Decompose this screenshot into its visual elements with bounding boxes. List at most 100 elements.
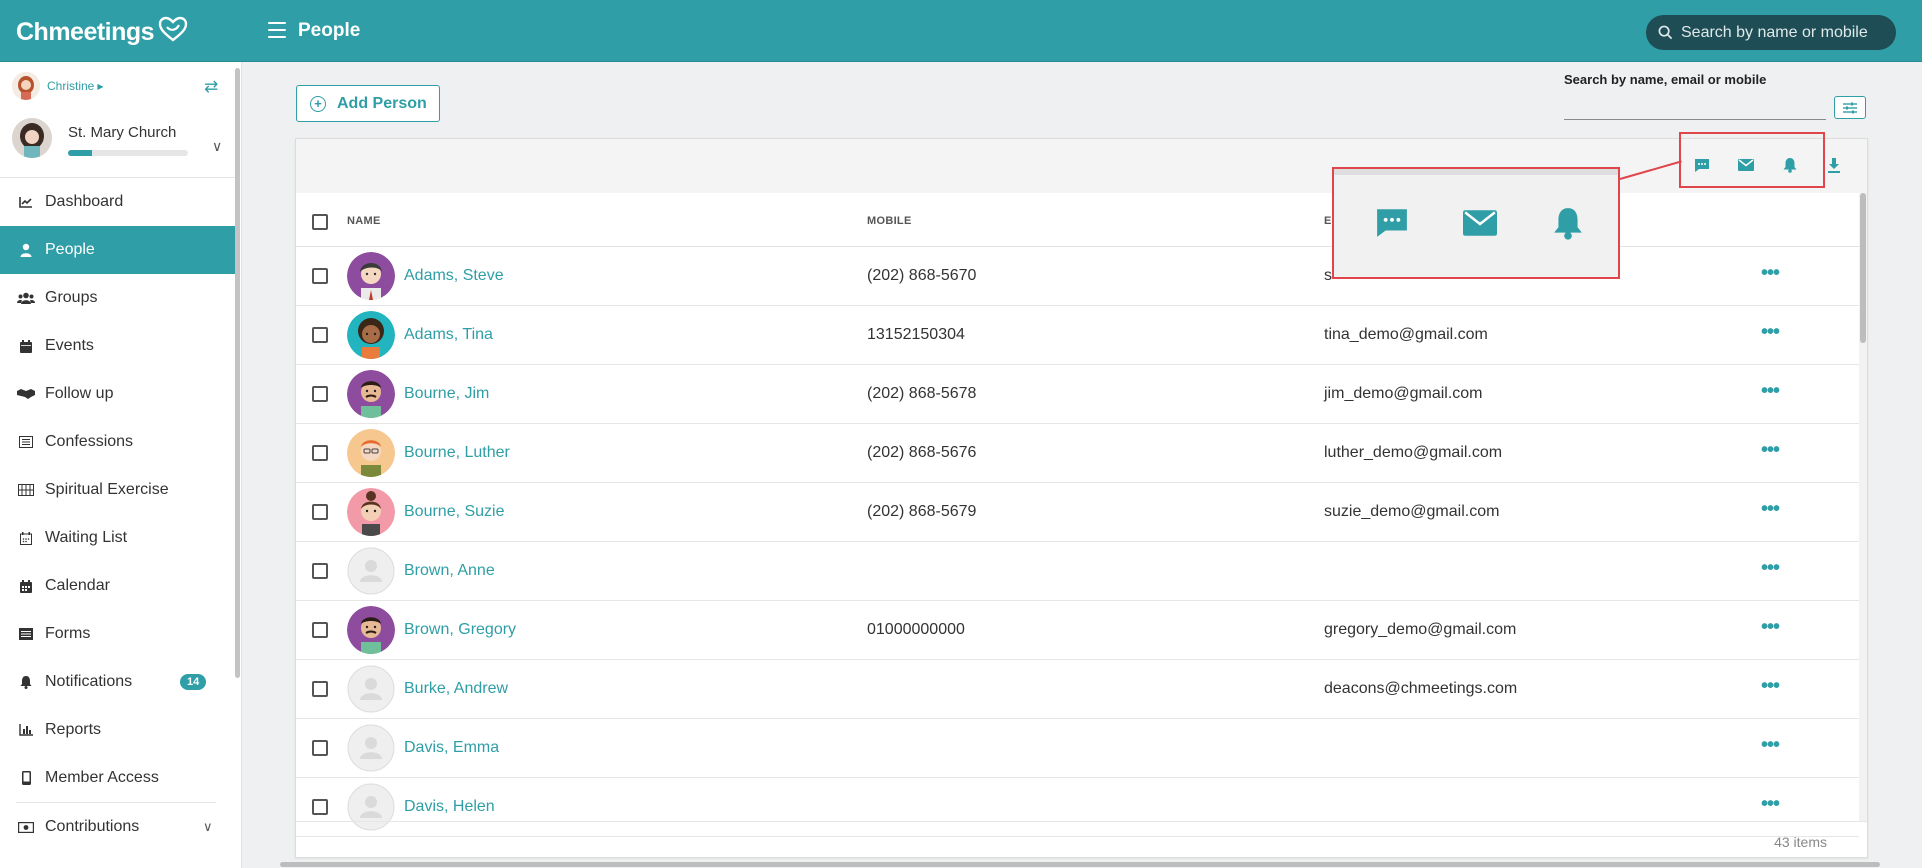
menu-toggle-icon[interactable] (268, 22, 286, 38)
more-actions-icon[interactable]: ••• (1758, 320, 1782, 344)
table-row: Brown, Anne ••• (296, 542, 1859, 601)
user-name: Christine (47, 79, 95, 93)
table-scrollbar[interactable] (1859, 193, 1867, 821)
filter-settings-button[interactable] (1834, 96, 1866, 119)
switch-church-icon[interactable]: ⇄ (204, 77, 218, 97)
list-icon (16, 628, 36, 640)
add-person-button[interactable]: + Add Person (296, 85, 440, 122)
more-actions-icon[interactable]: ••• (1758, 674, 1782, 698)
top-bar: Chmeetings People (0, 0, 1922, 62)
person-name-link[interactable]: Bourne, Suzie (404, 503, 505, 521)
chevron-down-icon[interactable]: ∨ (212, 138, 222, 155)
sidebar-item-label: Notifications (45, 673, 133, 690)
sidebar-item-groups[interactable]: Groups (0, 274, 235, 322)
more-actions-icon[interactable]: ••• (1758, 615, 1782, 639)
sidebar-scrollbar[interactable] (235, 68, 240, 678)
global-search-input[interactable] (1681, 23, 1891, 42)
sidebar-item-dashboard[interactable]: Dashboard (0, 178, 235, 226)
row-checkbox[interactable] (312, 445, 328, 461)
person-email: s (1324, 267, 1332, 284)
app-logo[interactable]: Chmeetings (16, 16, 188, 47)
table-row: Bourne, Luther (202) 868-5676 luther_dem… (296, 424, 1859, 483)
select-all-checkbox[interactable] (312, 214, 328, 230)
column-header-mobile[interactable]: MOBILE (867, 215, 912, 227)
row-checkbox[interactable] (312, 327, 328, 343)
sidebar-item-label: Follow up (45, 385, 114, 402)
handshake-icon (16, 388, 36, 400)
person-mobile: 01000000000 (867, 621, 965, 638)
table-row: Adams, Tina 13152150304 tina_demo@gmail.… (296, 306, 1859, 365)
more-actions-icon[interactable]: ••• (1758, 261, 1782, 285)
row-checkbox[interactable] (312, 563, 328, 579)
bar-chart-icon (16, 724, 36, 736)
person-name-link[interactable]: Burke, Andrew (404, 680, 508, 698)
calendar-icon (16, 579, 36, 593)
more-actions-icon[interactable]: ••• (1758, 556, 1782, 580)
more-actions-icon[interactable]: ••• (1758, 792, 1782, 816)
download-icon[interactable] (1822, 153, 1846, 177)
person-mobile: (202) 868-5679 (867, 503, 977, 520)
sidebar-item-waiting-list[interactable]: Waiting List (0, 514, 235, 562)
global-search[interactable] (1646, 15, 1896, 50)
row-checkbox[interactable] (312, 799, 328, 815)
avatar (347, 311, 395, 359)
column-header-email[interactable]: E (1324, 215, 1332, 227)
church-name: St. Mary Church (68, 124, 177, 141)
person-mobile: (202) 868-5678 (867, 385, 977, 402)
sidebar-item-people[interactable]: People (0, 226, 235, 274)
church-selector[interactable]: St. Mary Church ∨ (12, 118, 232, 168)
people-table-card: NAME MOBILE E Adams, Steve (202) 868-567… (295, 138, 1868, 858)
sidebar-item-confessions[interactable]: Confessions (0, 418, 235, 466)
sidebar-item-label: Member Access (45, 769, 159, 786)
chevron-down-icon[interactable]: ∨ (203, 819, 213, 835)
sidebar-item-label: Contributions (45, 818, 140, 835)
sidebar-item-notifications[interactable]: Notifications 14 (0, 658, 235, 706)
row-checkbox[interactable] (312, 740, 328, 756)
sidebar-item-events[interactable]: Events (0, 322, 235, 370)
table-row: Adams, Steve (202) 868-5670 s ••• (296, 247, 1859, 306)
more-actions-icon[interactable]: ••• (1758, 438, 1782, 462)
sidebar-item-label: Reports (45, 721, 102, 738)
sidebar-item-spiritual-exercise[interactable]: Spiritual Exercise (0, 466, 235, 514)
more-actions-icon[interactable]: ••• (1758, 733, 1782, 757)
user-menu[interactable]: Christine ▶ (12, 71, 227, 101)
row-checkbox[interactable] (312, 622, 328, 638)
items-count: 43 items (1774, 834, 1827, 850)
caret-right-icon: ▶ (97, 81, 104, 91)
person-mobile: (202) 868-5676 (867, 444, 977, 461)
row-checkbox[interactable] (312, 386, 328, 402)
avatar (347, 488, 395, 536)
person-name-link[interactable]: Brown, Anne (404, 562, 495, 580)
person-mobile: 13152150304 (867, 326, 965, 343)
sidebar-nav: Dashboard People Groups Events Follow up… (0, 178, 235, 851)
row-checkbox[interactable] (312, 504, 328, 520)
person-mobile: (202) 868-5670 (867, 267, 977, 284)
sidebar-item-forms[interactable]: Forms (0, 610, 235, 658)
sidebar-item-reports[interactable]: Reports (0, 706, 235, 754)
person-name-link[interactable]: Bourne, Luther (404, 444, 510, 462)
horizontal-scrollbar[interactable] (280, 862, 1880, 867)
avatar (347, 370, 395, 418)
sidebar-item-calendar[interactable]: Calendar (0, 562, 235, 610)
person-name-link[interactable]: Bourne, Jim (404, 385, 489, 403)
users-icon (16, 292, 36, 304)
person-name-link[interactable]: Adams, Steve (404, 267, 504, 285)
sidebar-item-follow-up[interactable]: Follow up (0, 370, 235, 418)
row-checkbox[interactable] (312, 268, 328, 284)
sidebar-item-contributions[interactable]: Contributions ∨ (0, 803, 235, 851)
person-name-link[interactable]: Brown, Gregory (404, 621, 516, 639)
person-name-link[interactable]: Adams, Tina (404, 326, 493, 344)
more-actions-icon[interactable]: ••• (1758, 497, 1782, 521)
more-actions-icon[interactable]: ••• (1758, 379, 1782, 403)
person-name-link[interactable]: Davis, Emma (404, 739, 499, 757)
list-icon (16, 436, 36, 448)
avatar (347, 429, 395, 477)
row-checkbox[interactable] (312, 681, 328, 697)
bell-icon (16, 675, 36, 689)
column-header-name[interactable]: NAME (347, 215, 381, 227)
calendar-icon (16, 339, 36, 353)
person-name-link[interactable]: Davis, Helen (404, 798, 495, 816)
sidebar-item-label: Spiritual Exercise (45, 481, 169, 498)
sidebar-item-member-access[interactable]: Member Access (0, 754, 235, 802)
filter-search-input[interactable] (1564, 92, 1826, 120)
